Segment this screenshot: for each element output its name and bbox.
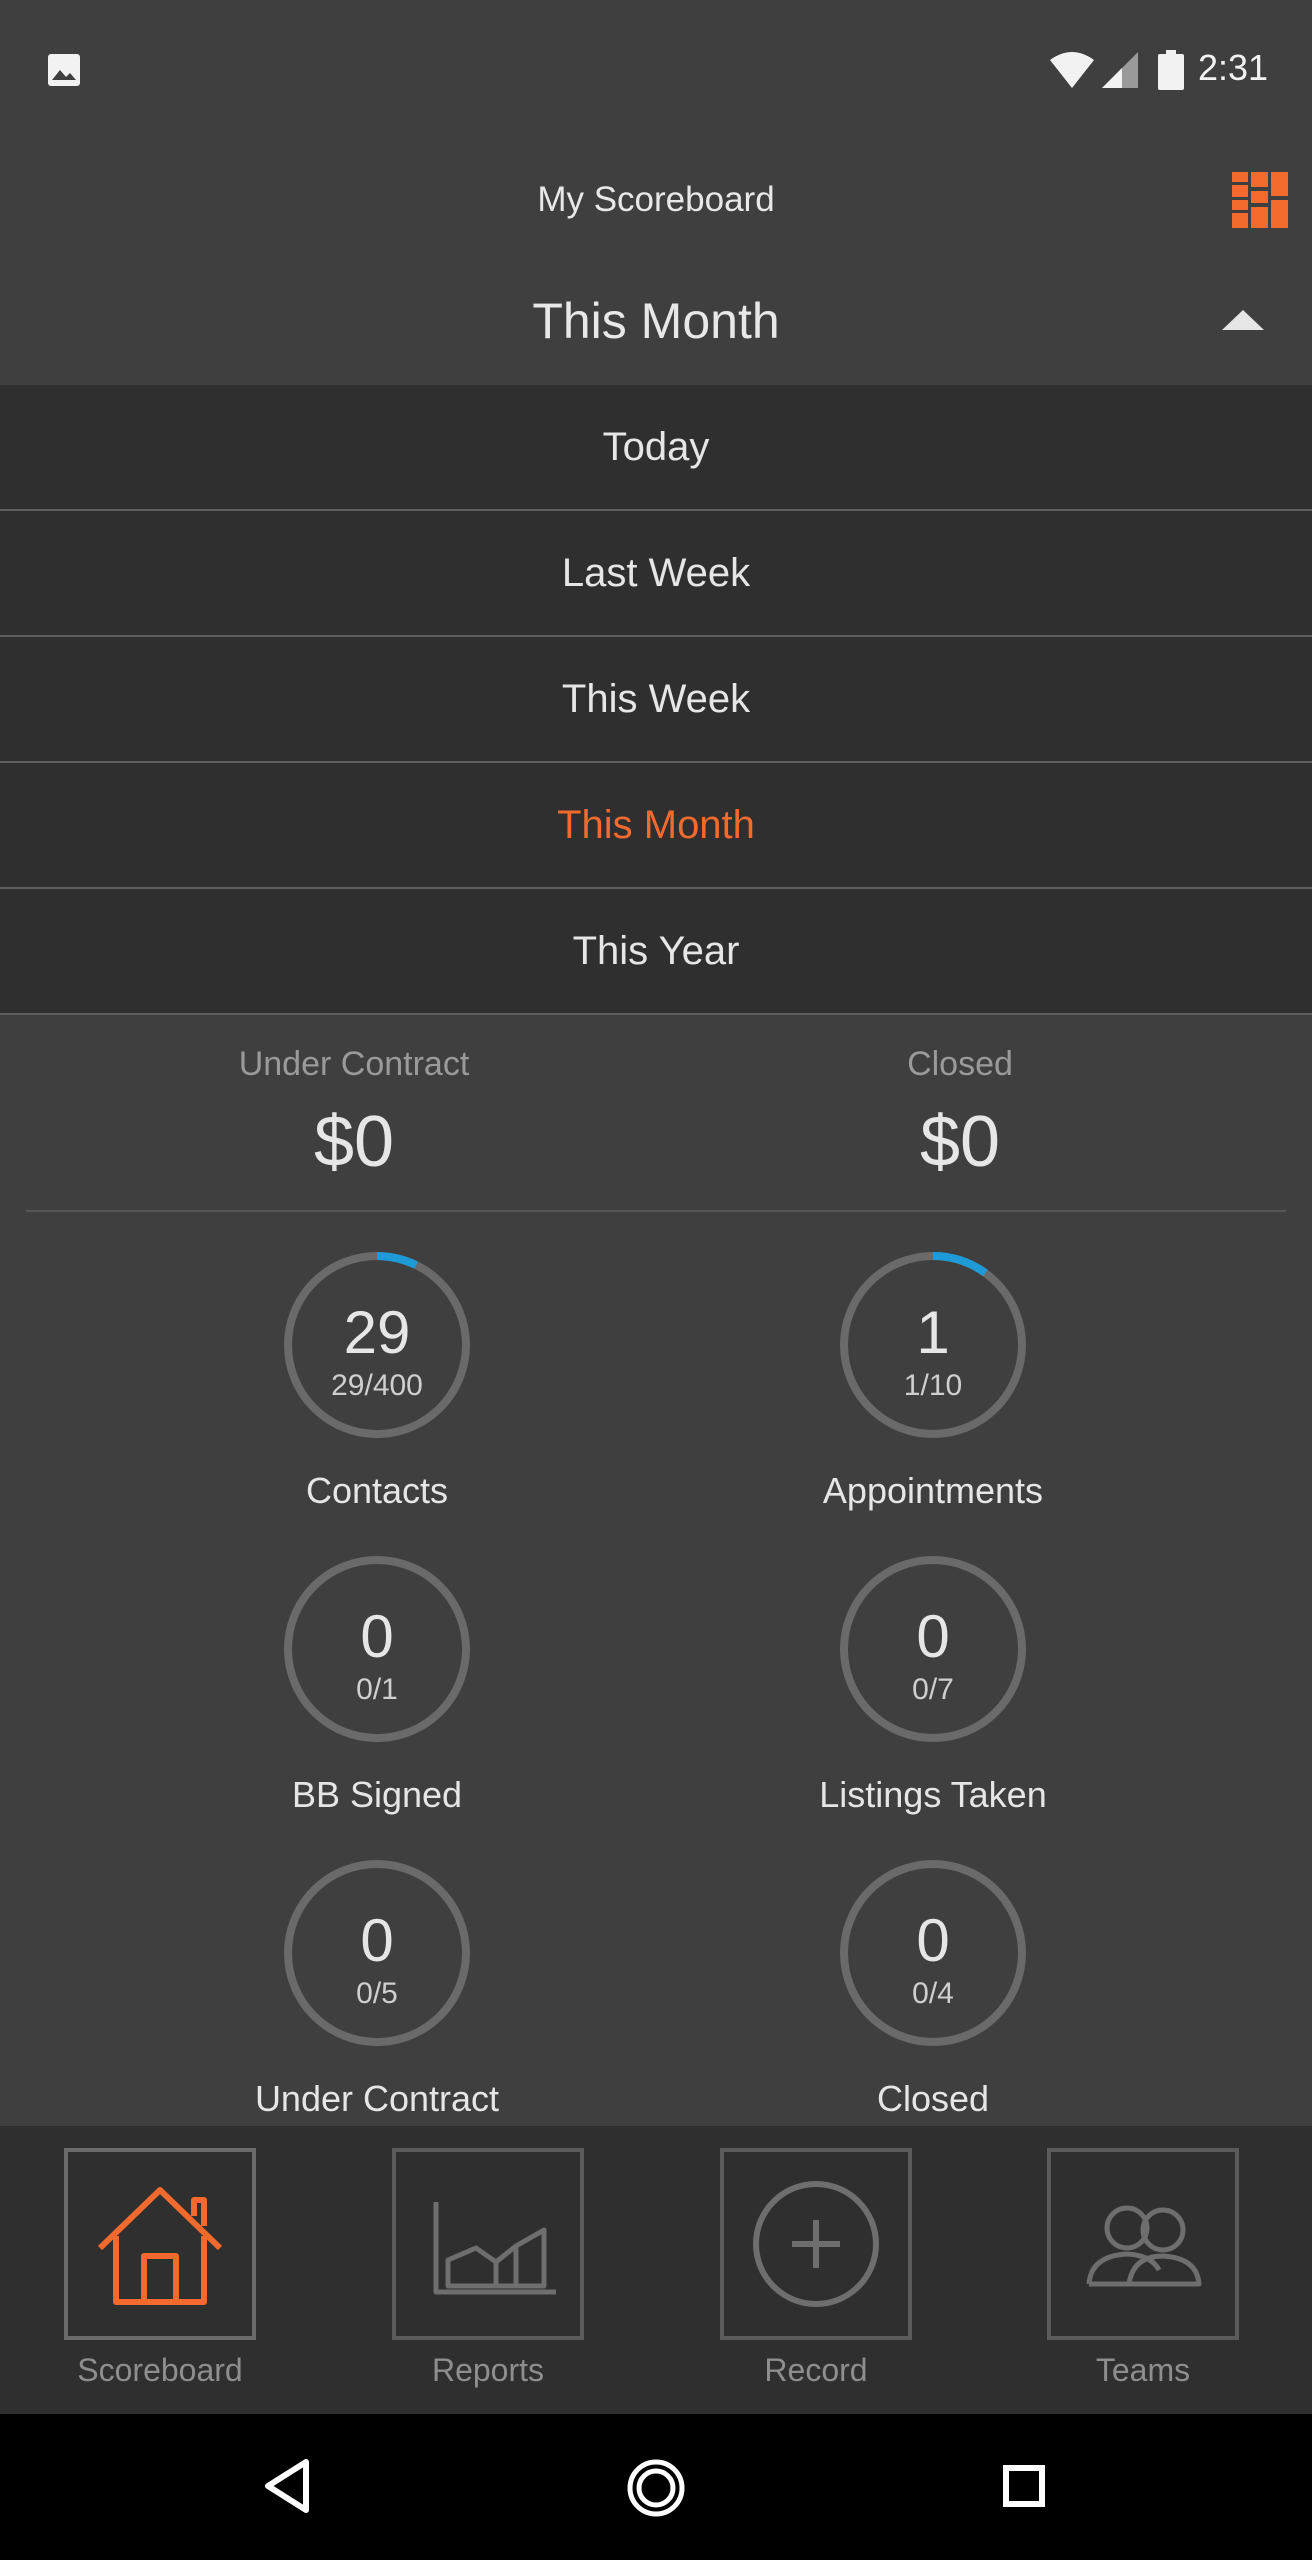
goal-value: 1	[916, 1299, 950, 1366]
nav-reports-label: Reports	[431, 2352, 545, 2388]
under-contract-value: $0	[313, 1102, 395, 1182]
period-menu: Today Last Week This Week This Month Thi…	[0, 385, 1312, 1015]
menu-item-this-month[interactable]: This Month	[0, 763, 1312, 889]
nav-scoreboard[interactable]: Scoreboard	[32, 2148, 282, 2408]
house-icon	[97, 2187, 223, 2305]
goal-appointments[interactable]: 1 1/10 Appointments	[653, 1250, 1213, 1540]
goal-fraction: 0/5	[356, 1977, 398, 2010]
goal-fraction: 1/10	[903, 1369, 963, 1402]
plus-circle-icon	[753, 2181, 879, 2307]
goal-value: 0	[360, 1603, 394, 1670]
goal-closed[interactable]: 0 0/4 Closed	[653, 1858, 1213, 2148]
summary-divider	[26, 1210, 1286, 1212]
goal-value: 29	[343, 1299, 411, 1366]
menu-item-today[interactable]: Today	[0, 385, 1312, 511]
gallery-icon	[48, 54, 80, 86]
goal-listings-taken[interactable]: 0 0/7 Listings Taken	[653, 1554, 1213, 1844]
goal-bb-signed[interactable]: 0 0/1 BB Signed	[97, 1554, 657, 1844]
goal-label: BB Signed	[291, 1774, 463, 1815]
nav-record-label: Record	[764, 2352, 868, 2388]
goal-label: Closed	[876, 2078, 990, 2119]
goal-value: 0	[360, 1907, 394, 1974]
closed-label: Closed	[907, 1045, 1013, 1083]
bottom-nav: Scoreboard Reports Record Teams	[0, 2126, 1312, 2414]
nav-record-box	[720, 2148, 912, 2340]
menu-item-this-year[interactable]: This Year	[0, 889, 1312, 1015]
goal-value: 0	[916, 1907, 950, 1974]
chart-icon	[433, 2202, 556, 2295]
back-icon[interactable]	[262, 2458, 312, 2514]
battery-icon	[1158, 50, 1184, 90]
recents-icon[interactable]	[1002, 2464, 1046, 2508]
goal-label: Listings Taken	[819, 1774, 1047, 1815]
under-contract-label: Under Contract	[238, 1045, 470, 1083]
goal-label: Contacts	[305, 1470, 449, 1511]
period-selector[interactable]: This Month	[0, 288, 1312, 354]
closed-value: $0	[919, 1102, 1001, 1182]
grid-icon[interactable]	[1232, 172, 1288, 228]
goal-under-contract[interactable]: 0 0/5 Under Contract	[97, 1858, 657, 2148]
goal-fraction: 0/4	[912, 1977, 954, 2010]
goal-fraction: 0/1	[356, 1673, 398, 1706]
nav-reports-box	[392, 2148, 584, 2340]
goal-fraction: 29/400	[331, 1369, 423, 1402]
goal-label: Appointments	[822, 1470, 1044, 1511]
menu-item-this-week[interactable]: This Week	[0, 637, 1312, 763]
goal-fraction: 0/7	[912, 1673, 954, 1706]
people-icon	[1086, 2205, 1202, 2287]
menu-item-last-week[interactable]: Last Week	[0, 511, 1312, 637]
nav-teams-box	[1047, 2148, 1239, 2340]
nav-teams[interactable]: Teams	[1015, 2148, 1265, 2408]
nav-scoreboard-label: Scoreboard	[77, 2352, 243, 2388]
chevron-up-icon[interactable]	[1222, 308, 1264, 332]
wifi-icon	[1050, 52, 1094, 88]
goal-label: Under Contract	[254, 2078, 500, 2119]
signal-icon	[1102, 52, 1138, 88]
page-title: My Scoreboard	[537, 180, 775, 219]
nav-reports[interactable]: Reports	[360, 2148, 610, 2408]
nav-teams-label: Teams	[1095, 2352, 1191, 2388]
nav-record[interactable]: Record	[688, 2148, 938, 2408]
nav-scoreboard-box	[64, 2148, 256, 2340]
status-time: 2:31	[1198, 47, 1269, 88]
goal-value: 0	[916, 1603, 950, 1670]
home-icon[interactable]	[626, 2458, 686, 2518]
system-nav-bar	[0, 2414, 1312, 2560]
goal-contacts[interactable]: 29 29/400 Contacts	[97, 1250, 657, 1540]
